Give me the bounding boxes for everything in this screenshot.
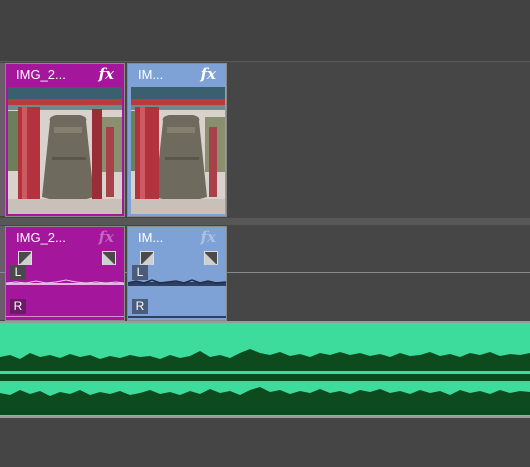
timeline-ruler-area: [0, 0, 530, 62]
track-divider: [0, 218, 530, 225]
music-clip[interactable]: [0, 323, 530, 417]
empty-track-area[interactable]: [0, 418, 530, 467]
clip-name: IM...: [138, 230, 164, 245]
left-channel-label: L: [132, 265, 148, 280]
fx-icon[interactable]: fx: [99, 65, 114, 83]
video-clip-1[interactable]: IMG_2... fx: [5, 63, 125, 217]
clip-thumbnail: [8, 87, 122, 214]
clip-name: IMG_2...: [16, 67, 66, 82]
clip-header[interactable]: IMG_2... fx: [6, 227, 124, 249]
clip-header[interactable]: IMG_2... fx: [6, 64, 124, 86]
fade-in-handle-icon[interactable]: [140, 251, 154, 265]
music-channel-line: [0, 374, 530, 381]
fade-out-handle-icon[interactable]: [102, 251, 116, 265]
clip-header[interactable]: IM... fx: [128, 64, 226, 86]
fx-icon[interactable]: fx: [201, 65, 216, 83]
right-channel-label: R: [132, 299, 148, 314]
fx-icon[interactable]: fx: [99, 228, 114, 246]
fade-out-handle-icon[interactable]: [204, 251, 218, 265]
music-waveform-top: [0, 349, 530, 369]
fx-icon[interactable]: fx: [201, 228, 216, 246]
clip-name: IMG_2...: [16, 230, 66, 245]
audio-clip-1[interactable]: IMG_2... fx L R: [5, 226, 125, 321]
audio-clip-2[interactable]: IM... fx L R: [127, 226, 227, 321]
video-clip-2[interactable]: IM... fx: [127, 63, 227, 217]
clip-thumbnail: [131, 87, 225, 214]
fade-in-handle-icon[interactable]: [18, 251, 32, 265]
music-waveform-bottom: [0, 387, 530, 415]
clip-name: IM...: [138, 67, 164, 82]
clip-header[interactable]: IM... fx: [128, 227, 226, 249]
right-channel-label: R: [10, 299, 26, 314]
left-channel-label: L: [10, 265, 26, 280]
